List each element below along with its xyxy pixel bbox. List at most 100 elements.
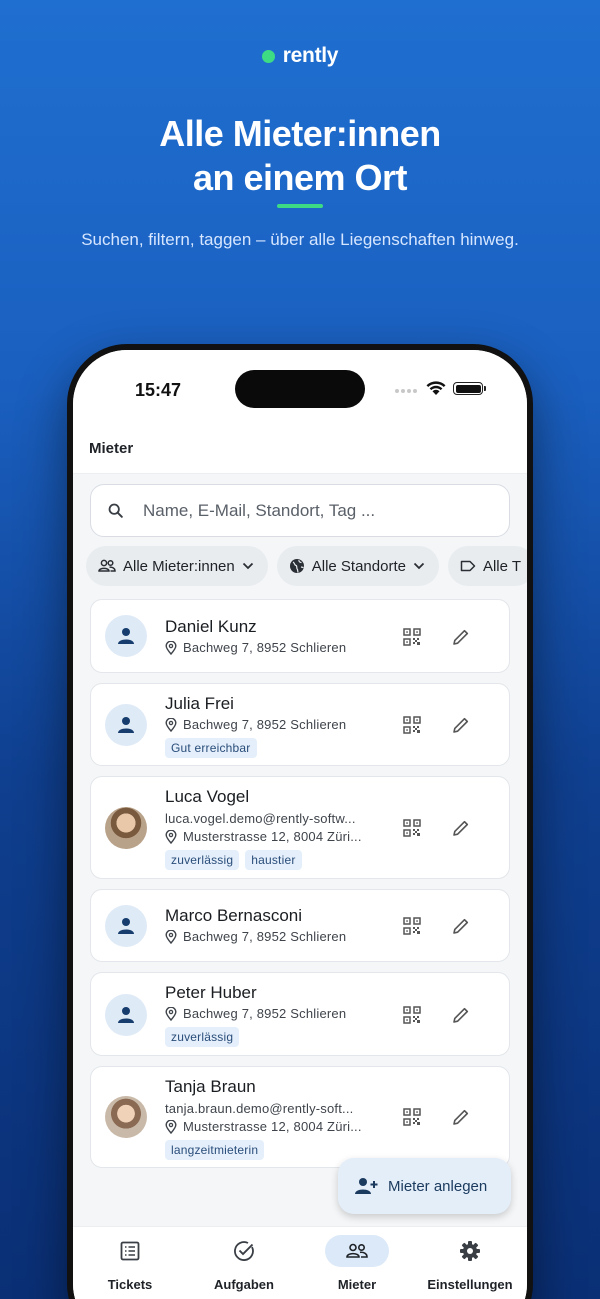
search-input[interactable] [143, 500, 483, 521]
tenant-card[interactable]: Daniel Kunz Bachweg 7, 8952 Schlieren [90, 599, 510, 673]
signal-icon [395, 389, 417, 393]
page-title: Mieter [89, 440, 134, 457]
tenant-name: Tanja Braun [165, 1077, 256, 1096]
tenant-address-text: Bachweg 7, 8952 Schlieren [183, 717, 347, 732]
avatar-photo [105, 807, 147, 849]
tenant-name: Julia Frei [165, 694, 234, 713]
edit-button[interactable] [449, 816, 473, 840]
edit-button[interactable] [449, 713, 473, 737]
tenant-address: Bachweg 7, 8952 Schlieren [165, 640, 379, 655]
wifi-icon [426, 381, 446, 395]
tenant-info: Julia Frei Bachweg 7, 8952 Schlieren Gut… [165, 694, 379, 758]
tab-icon-wrap [212, 1235, 276, 1267]
edit-button[interactable] [449, 914, 473, 938]
tenant-card[interactable]: Tanja Braun tanja.braun.demo@rently-soft… [90, 1066, 510, 1168]
qr-code-button[interactable] [400, 1105, 424, 1129]
edit-button[interactable] [449, 1003, 473, 1027]
status-time: 15:47 [135, 380, 182, 400]
qr-code-button[interactable] [400, 1003, 424, 1027]
tab-label: Mieter [337, 1277, 377, 1292]
tenant-info: Peter Huber Bachweg 7, 8952 Schlieren zu… [165, 983, 379, 1047]
status-bar: 15:47 [73, 350, 527, 430]
person-add-icon [355, 1178, 378, 1194]
battery-icon [453, 382, 486, 395]
globe-icon [289, 559, 304, 573]
brand-logo: rently [0, 44, 600, 68]
hero-underline [277, 204, 323, 208]
location-pin-icon [165, 929, 177, 944]
filter-chip-label: Alle Standorte [311, 557, 406, 575]
tab-label: Tickets [107, 1277, 153, 1292]
tag-badge[interactable]: Gut erreichbar [165, 738, 257, 758]
tenant-card[interactable]: Marco Bernasconi Bachweg 7, 8952 Schlier… [90, 889, 510, 962]
tab-settings[interactable]: Einstellungen [415, 1235, 525, 1292]
tag-badge[interactable]: zuverlässig [165, 850, 240, 870]
tenant-address-text: Musterstrasse 12, 8004 Züri... [183, 829, 362, 844]
tenant-email: luca.vogel.demo@rently-softw... [165, 811, 356, 826]
pencil-icon [453, 1109, 469, 1125]
tab-tickets[interactable]: Tickets [75, 1235, 185, 1292]
tenant-address-text: Bachweg 7, 8952 Schlieren [183, 640, 347, 655]
avatar [105, 994, 147, 1036]
qr-code-button[interactable] [400, 625, 424, 649]
tenant-card[interactable]: Julia Frei Bachweg 7, 8952 Schlieren Gut… [90, 683, 510, 766]
gear-icon [460, 1241, 480, 1261]
tenant-name: Peter Huber [165, 983, 257, 1002]
tab-icon-wrap [325, 1235, 389, 1267]
tenant-address-text: Bachweg 7, 8952 Schlieren [183, 1006, 347, 1021]
qr-code-button[interactable] [400, 816, 424, 840]
avatar [105, 615, 147, 657]
tag-badge[interactable]: langzeitmieterin [165, 1140, 265, 1160]
filter-chip-tags[interactable]: Alle T [447, 546, 527, 586]
phone-screen: 15:47 Mieter Name, E-Mail, Standort, Tag… [73, 350, 527, 1299]
qr-code-button[interactable] [400, 914, 424, 938]
tenant-name: Luca Vogel [165, 787, 250, 806]
app-bar: Mieter [73, 430, 527, 474]
tab-label: Aufgaben [214, 1277, 274, 1292]
search-bar[interactable] [90, 484, 510, 537]
phone-frame: 15:47 Mieter Name, E-Mail, Standort, Tag… [67, 344, 533, 1299]
tenant-address-text: Bachweg 7, 8952 Schlieren [183, 929, 347, 944]
people-icon [346, 1243, 368, 1258]
avatar-photo [105, 1096, 147, 1138]
add-tenant-button[interactable]: Mieter anlegen [338, 1158, 511, 1214]
location-pin-icon [165, 1006, 177, 1021]
qr-code-icon [403, 1108, 421, 1126]
location-pin-icon [165, 640, 177, 655]
filter-chip-label: Alle Mieter:innen [123, 557, 235, 575]
tenant-tags: Gut erreichbar [165, 738, 379, 758]
filter-chip-locations[interactable]: Alle Standorte [276, 546, 439, 586]
tenant-info: Marco Bernasconi Bachweg 7, 8952 Schlier… [165, 906, 379, 944]
tab-icon-wrap [438, 1235, 502, 1267]
qr-code-icon [403, 1006, 421, 1024]
tenant-tags: zuverlässig [165, 1027, 379, 1047]
location-pin-icon [165, 829, 177, 844]
tab-tenants[interactable]: Mieter [302, 1235, 412, 1292]
tag-badge[interactable]: zuverlässig [165, 1027, 240, 1047]
filter-chip-tenants[interactable]: Alle Mieter:innen [86, 546, 268, 586]
person-icon [118, 1007, 134, 1023]
edit-button[interactable] [449, 1105, 473, 1129]
location-pin-icon [165, 1119, 177, 1134]
add-tenant-label: Mieter anlegen [388, 1177, 488, 1195]
tenant-list: Daniel Kunz Bachweg 7, 8952 Schlieren Ju… [90, 599, 510, 1178]
brand-name: rently [282, 44, 339, 67]
tenant-tags: zuverlässig haustier [165, 850, 379, 870]
tenant-address: Musterstrasse 12, 8004 Züri... [165, 1119, 379, 1134]
tab-tasks[interactable]: Aufgaben [189, 1235, 299, 1292]
edit-button[interactable] [449, 625, 473, 649]
tag-badge[interactable]: haustier [245, 850, 302, 870]
qr-code-button[interactable] [400, 713, 424, 737]
pencil-icon [453, 717, 469, 733]
qr-code-icon [403, 628, 421, 646]
tenant-info: Daniel Kunz Bachweg 7, 8952 Schlieren [165, 617, 379, 655]
tenant-card[interactable]: Peter Huber Bachweg 7, 8952 Schlieren zu… [90, 972, 510, 1056]
tab-icon-wrap [98, 1235, 162, 1267]
pencil-icon [453, 629, 469, 645]
qr-code-icon [403, 716, 421, 734]
people-icon [98, 559, 116, 572]
chevron-down-icon [413, 562, 425, 570]
tenant-info: Luca Vogel luca.vogel.demo@rently-softw.… [165, 787, 379, 870]
label-icon [460, 560, 476, 572]
tenant-card[interactable]: Luca Vogel luca.vogel.demo@rently-softw.… [90, 776, 510, 879]
